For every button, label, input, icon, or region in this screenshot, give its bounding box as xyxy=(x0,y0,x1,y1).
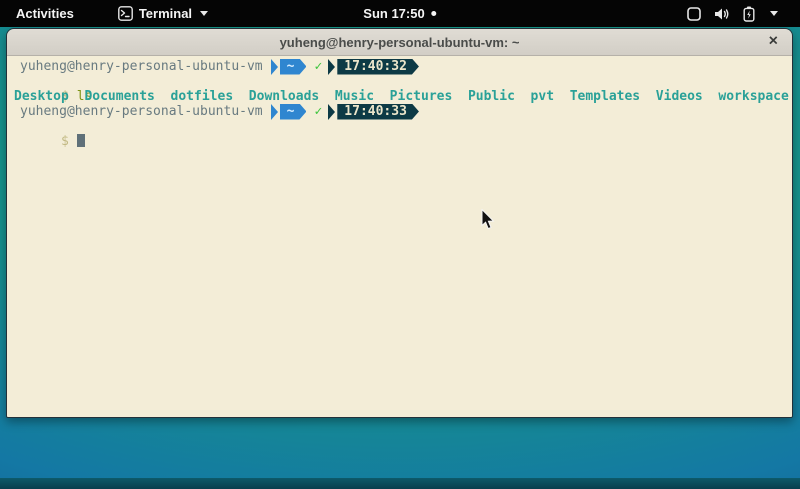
system-status-menu[interactable] xyxy=(683,3,782,25)
prompt-path-segment: ~ xyxy=(280,104,307,120)
prompt-time-segment: 17:40:33 xyxy=(337,104,419,120)
powerline-separator-icon xyxy=(271,59,278,75)
prompt-line-1: yuheng@henry-personal-ubuntu-vm ~ ✓ 17:4… xyxy=(14,59,792,74)
success-check-icon: ✓ xyxy=(314,59,322,74)
window-titlebar[interactable]: yuheng@henry-personal-ubuntu-vm: ~ × xyxy=(7,29,792,56)
prompt-username: yuheng@henry-personal-ubuntu-vm xyxy=(20,104,263,119)
prompt-dollar: $ xyxy=(61,134,69,149)
clock-button[interactable]: Sun 17:50 xyxy=(363,6,436,21)
app-menu-label: Terminal xyxy=(139,6,192,21)
chevron-down-icon xyxy=(200,11,208,16)
powerline-separator-icon xyxy=(328,104,335,120)
battery-charging-icon xyxy=(743,6,755,22)
activities-button[interactable]: Activities xyxy=(10,3,80,24)
chevron-down-icon xyxy=(770,11,778,16)
prompt-line-2: yuheng@henry-personal-ubuntu-vm ~ ✓ 17:4… xyxy=(14,104,792,119)
terminal-icon xyxy=(118,6,133,21)
desktop-bottom-strip xyxy=(0,478,800,489)
app-menu-terminal[interactable]: Terminal xyxy=(112,3,214,24)
desktop: { "colors": { "accent-blue": "#2f86d0", … xyxy=(0,0,800,489)
window-title: yuheng@henry-personal-ubuntu-vm: ~ xyxy=(280,35,520,50)
terminal-content[interactable]: yuheng@henry-personal-ubuntu-vm ~ ✓ 17:4… xyxy=(7,56,792,417)
terminal-block-cursor xyxy=(77,134,85,147)
close-icon[interactable]: × xyxy=(769,33,778,49)
gnome-top-bar: Activities Terminal Sun 17:50 xyxy=(0,0,800,27)
command-line-2: $ xyxy=(14,119,792,134)
clock-label: Sun 17:50 xyxy=(363,6,424,21)
volume-icon xyxy=(714,7,730,21)
screen-icon xyxy=(687,7,701,21)
success-check-icon: ✓ xyxy=(314,104,322,119)
notification-dot xyxy=(432,11,437,16)
command-line-1: $ls xyxy=(14,74,792,89)
powerline-separator-icon xyxy=(328,59,335,75)
prompt-username: yuheng@henry-personal-ubuntu-vm xyxy=(20,59,263,74)
terminal-window: yuheng@henry-personal-ubuntu-vm: ~ × yuh… xyxy=(6,28,793,418)
prompt-path-segment: ~ xyxy=(280,59,307,75)
prompt-time-segment: 17:40:32 xyxy=(337,59,419,75)
ls-output-line: Desktop Documents dotfiles Downloads Mus… xyxy=(14,89,792,104)
powerline-separator-icon xyxy=(271,104,278,120)
